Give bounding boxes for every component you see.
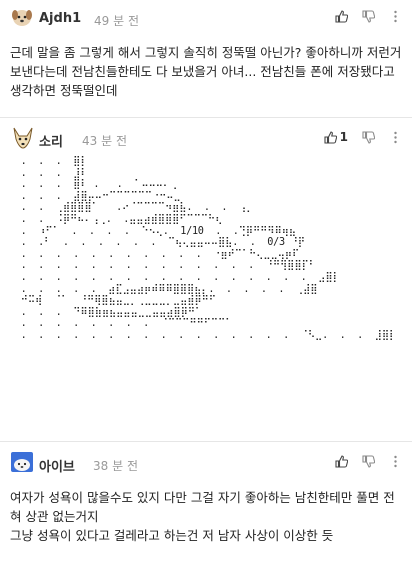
comment-item: 소리 43 분 전 1 . . . ⣿⡇ . . . ⣸⠇ . . . ⣿⠇ .… — [0, 118, 412, 442]
comment-actions: 1 — [310, 130, 402, 144]
comment-actions — [321, 10, 402, 23]
comment-header: 소리 43 분 전 1 — [0, 118, 412, 150]
ascii-art: . . . ⣿⡇ . . . ⣸⠇ . . . ⣿⠇ . . ⠁⠤⠤⠤⠄⢀ . … — [20, 156, 397, 341]
comment-item: Ajdh1 49 분 전 근데 말을 좀 그렇게 해서 그렇지 솔직히 정뚝떨 … — [0, 0, 412, 118]
fox-avatar-icon[interactable] — [11, 127, 33, 149]
comment-item: 아이브 38 분 전 여자가 성욕이 많을수도 있지 다만 그걸 자기 좋아하는… — [0, 442, 412, 567]
comment-time: 49 분 전 — [94, 14, 139, 28]
comment-author[interactable]: Ajdh1 — [39, 11, 81, 26]
comment-author[interactable]: 소리 — [39, 131, 63, 150]
thumbs-down-icon[interactable] — [362, 10, 375, 23]
thumbs-down-icon[interactable] — [362, 455, 375, 468]
more-options-icon[interactable] — [389, 455, 402, 468]
snowy-avatar-icon[interactable] — [11, 452, 33, 472]
thumbs-up-icon[interactable] — [335, 455, 348, 468]
comment-time: 43 분 전 — [82, 134, 127, 148]
thumbs-down-icon[interactable] — [362, 130, 375, 144]
comment-header: 아이브 38 분 전 — [0, 442, 412, 475]
comment-text: 근데 말을 좀 그렇게 해서 그렇지 솔직히 정뚝떨 아닌가? 좋아하니까 저런… — [10, 45, 406, 98]
more-options-icon[interactable] — [389, 131, 402, 144]
like-count: 1 — [339, 130, 348, 144]
thumbs-up-icon[interactable] — [335, 10, 348, 23]
puppy-avatar-icon[interactable] — [11, 7, 33, 27]
comment-author[interactable]: 아이브 — [39, 456, 75, 475]
comment-actions — [321, 455, 402, 468]
comment-time: 38 분 전 — [93, 459, 138, 473]
comment-text: 여자가 성욕이 많을수도 있지 다만 그걸 자기 좋아하는 남친한테만 풀면 전… — [10, 490, 395, 543]
comment-header: Ajdh1 49 분 전 — [0, 0, 412, 28]
thumbs-up-icon[interactable] — [324, 130, 337, 144]
more-options-icon[interactable] — [389, 10, 402, 23]
